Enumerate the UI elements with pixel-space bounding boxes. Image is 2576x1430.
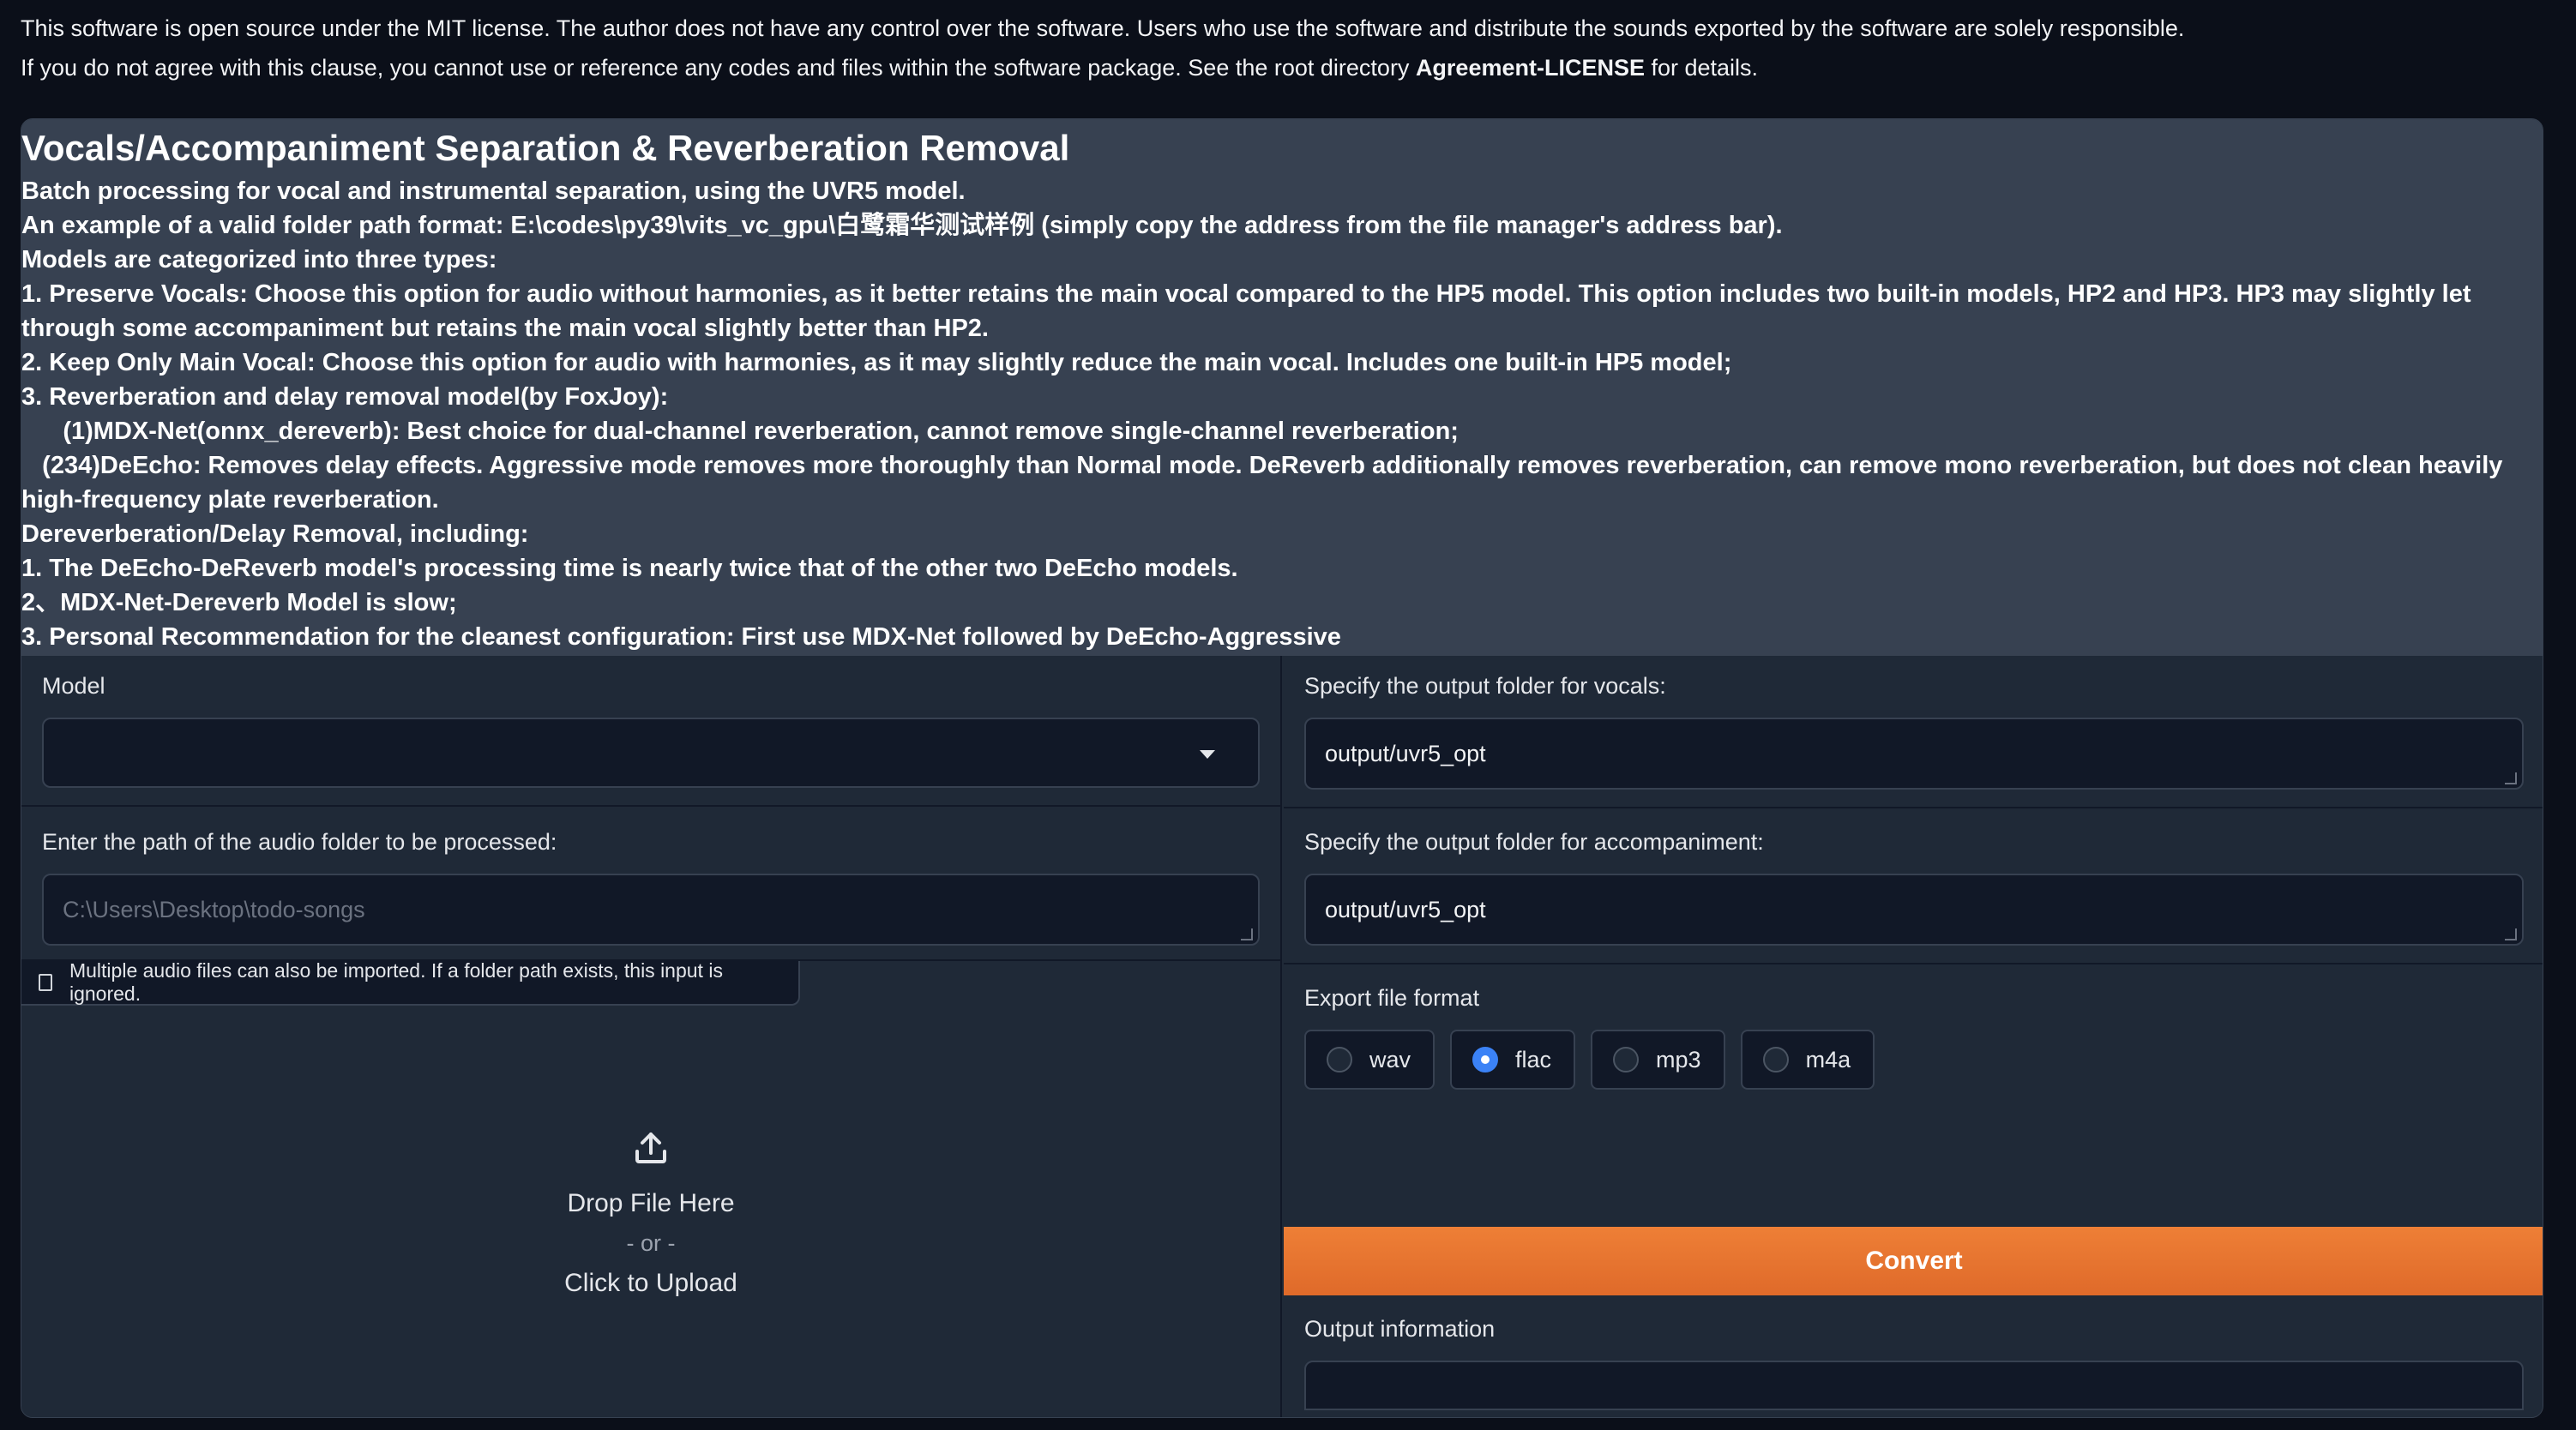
radio-mp3[interactable]: mp3 — [1591, 1030, 1725, 1090]
radio-m4a[interactable]: m4a — [1740, 1030, 1875, 1090]
accompaniment-output-value: output/uvr5_opt — [1325, 896, 1486, 922]
format-label: Export file format — [1304, 985, 1480, 1011]
radio-dot — [1613, 1047, 1640, 1072]
resize-handle-icon[interactable] — [1241, 928, 1253, 940]
description-line: 2. Keep Only Main Vocal: Choose this opt… — [21, 349, 1732, 376]
radio-label: mp3 — [1656, 1046, 1701, 1072]
model-dropdown[interactable] — [42, 718, 1260, 788]
resize-handle-icon[interactable] — [2505, 772, 2517, 784]
description-line: An example of a valid folder path format… — [21, 212, 1783, 239]
radio-dot — [1762, 1047, 1789, 1072]
chevron-down-icon — [1200, 750, 1215, 759]
description-block: Vocals/Accompaniment Separation & Reverb… — [21, 119, 2543, 656]
description-line: Batch processing for vocal and instrumen… — [21, 177, 966, 205]
model-label: Model — [42, 673, 105, 699]
description-line: 3. Personal Recommendation for the clean… — [21, 623, 1341, 651]
format-block: Export file format wav flac mp3 m4a — [1284, 964, 2543, 1107]
radio-wav[interactable]: wav — [1304, 1030, 1435, 1090]
format-radio-group: wav flac mp3 m4a — [1304, 1030, 1875, 1090]
upload-hint-text: Multiple audio files can also be importe… — [69, 959, 723, 1005]
accompaniment-output-block: Specify the output folder for accompanim… — [1284, 808, 2543, 964]
description-line: Dereverberation/Delay Removal, including… — [21, 520, 529, 548]
resize-handle-icon[interactable] — [2505, 928, 2517, 940]
uvr5-panel: Vocals/Accompaniment Separation & Reverb… — [21, 118, 2543, 1418]
or-text: - or - — [626, 1229, 676, 1256]
radio-dot-selected — [1472, 1047, 1499, 1072]
license-line-1: This software is open source under the M… — [21, 15, 2185, 41]
left-column: Model Enter the path of the audio folder… — [21, 656, 1282, 1417]
output-info-textarea[interactable] — [1304, 1361, 2524, 1410]
model-block: Model — [21, 656, 1280, 807]
file-drop-zone[interactable]: Drop File Here - or - Click to Upload — [21, 1006, 1280, 1417]
radio-label: m4a — [1805, 1046, 1851, 1072]
license-file-name: Agreement-LICENSE — [1415, 55, 1645, 81]
output-info-label: Output information — [1304, 1316, 1496, 1342]
radio-flac[interactable]: flac — [1450, 1030, 1576, 1090]
audio-folder-placeholder: C:\Users\Desktop\todo-songs — [63, 896, 365, 922]
path-block: Enter the path of the audio folder to be… — [21, 807, 1280, 961]
upload-hint: Multiple audio files can also be importe… — [21, 959, 800, 1006]
vocals-output-label: Specify the output folder for vocals: — [1304, 673, 1666, 699]
description-line: 3. Reverberation and delay removal model… — [21, 383, 669, 411]
click-to-upload-text[interactable]: Click to Upload — [564, 1269, 737, 1298]
description-line: (234)DeEcho: Removes delay effects. Aggr… — [21, 452, 2510, 514]
upload-icon — [635, 1132, 666, 1163]
drop-file-text: Drop File Here — [567, 1188, 735, 1217]
radio-label: wav — [1369, 1046, 1411, 1072]
right-column: Specify the output folder for vocals: ou… — [1284, 656, 2543, 1417]
radio-dot — [1327, 1047, 1352, 1072]
audio-folder-input[interactable]: C:\Users\Desktop\todo-songs — [42, 874, 1260, 946]
license-notice: This software is open source under the M… — [21, 9, 2542, 87]
description-line: (1)MDX-Net(onnx_dereverb): Best choice f… — [21, 418, 1459, 445]
section-title: Vocals/Accompaniment Separation & Reverb… — [21, 128, 1070, 168]
convert-button[interactable]: Convert — [1284, 1227, 2543, 1295]
accompaniment-output-label: Specify the output folder for accompanim… — [1304, 829, 1764, 855]
vocals-output-value: output/uvr5_opt — [1325, 740, 1486, 766]
radio-label: flac — [1515, 1046, 1552, 1072]
description-line: Models are categorized into three types: — [21, 246, 497, 273]
description-line: 1. The DeEcho-DeReverb model's processin… — [21, 555, 1238, 582]
vocals-output-block: Specify the output folder for vocals: ou… — [1284, 656, 2543, 808]
path-label: Enter the path of the audio folder to be… — [42, 829, 557, 855]
accompaniment-output-input[interactable]: output/uvr5_opt — [1304, 874, 2524, 946]
license-line-2: If you do not agree with this clause, yo… — [21, 55, 1759, 81]
file-icon — [39, 974, 52, 991]
description-line: 1. Preserve Vocals: Choose this option f… — [21, 280, 2478, 342]
description-line: 2、MDX-Net-Dereverb Model is slow; — [21, 589, 457, 616]
vocals-output-input[interactable]: output/uvr5_opt — [1304, 718, 2524, 790]
